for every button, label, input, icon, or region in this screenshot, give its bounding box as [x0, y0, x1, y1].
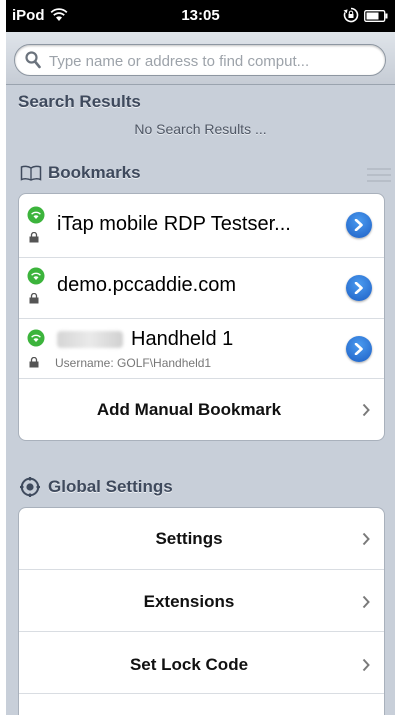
bookmark-row[interactable]: Handheld 1 Username: GOLF\Handheld1 [19, 318, 384, 379]
search-results-header: Search Results [18, 92, 141, 111]
global-settings-header-label: Global Settings [48, 477, 173, 496]
bookmark-details-button[interactable] [346, 336, 372, 362]
add-manual-bookmark-label: Add Manual Bookmark [96, 400, 282, 419]
settings-button[interactable]: Settings [19, 508, 384, 569]
wifi-icon [27, 206, 45, 224]
chevron-right-icon [362, 595, 370, 609]
rotation-lock-icon [343, 7, 359, 23]
lock-icon [29, 232, 39, 243]
no-results-text: No Search Results ... [134, 121, 267, 137]
global-settings-list: Settings Extensions Set Lock Code [18, 507, 385, 715]
bookmarks-header-label: Bookmarks [48, 163, 141, 182]
gear-icon [20, 477, 40, 497]
device-screen: iPod 13:05 Search Results [6, 0, 395, 715]
bookmark-row[interactable]: demo.pccaddie.com [19, 257, 384, 319]
reorder-handle-icon[interactable] [367, 166, 391, 184]
chevron-right-icon [362, 658, 370, 672]
bookmark-row[interactable]: iTap mobile RDP Testser... [19, 194, 384, 257]
disclosure-icon [354, 282, 363, 294]
bookmark-title: iTap mobile RDP Testser... [57, 213, 291, 235]
lock-icon [29, 357, 39, 368]
bookmark-title: Handheld 1 [131, 328, 234, 350]
chevron-right-icon [362, 403, 370, 417]
set-lock-code-button[interactable]: Set Lock Code [19, 631, 384, 694]
settings-label: Settings [155, 529, 223, 548]
search-field[interactable] [14, 44, 386, 76]
book-icon [20, 165, 42, 181]
lock-icon [29, 293, 39, 304]
bookmark-title: demo.pccaddie.com [57, 274, 236, 296]
add-manual-bookmark-button[interactable]: Add Manual Bookmark [19, 378, 384, 440]
disclosure-icon [354, 343, 363, 355]
extensions-button[interactable]: Extensions [19, 569, 384, 632]
search-icon [25, 51, 41, 69]
settings-row-partial[interactable] [19, 693, 384, 715]
search-bar [6, 32, 395, 85]
redacted-name [57, 331, 123, 348]
extensions-label: Extensions [143, 592, 235, 611]
battery-icon [364, 10, 388, 22]
bookmarks-list: iTap mobile RDP Testser... demo.pccaddie… [18, 193, 385, 441]
bookmark-details-button[interactable] [346, 275, 372, 301]
wifi-icon [27, 329, 45, 347]
chevron-right-icon [362, 532, 370, 546]
disclosure-icon [354, 219, 363, 231]
search-input[interactable] [47, 48, 381, 74]
wifi-icon [27, 267, 45, 285]
bookmark-details-button[interactable] [346, 212, 372, 238]
set-lock-code-label: Set Lock Code [129, 655, 249, 674]
status-bar: iPod 13:05 [6, 0, 395, 32]
bookmark-username: Username: GOLF\Handheld1 [55, 356, 212, 370]
clock: 13:05 [181, 7, 220, 24]
